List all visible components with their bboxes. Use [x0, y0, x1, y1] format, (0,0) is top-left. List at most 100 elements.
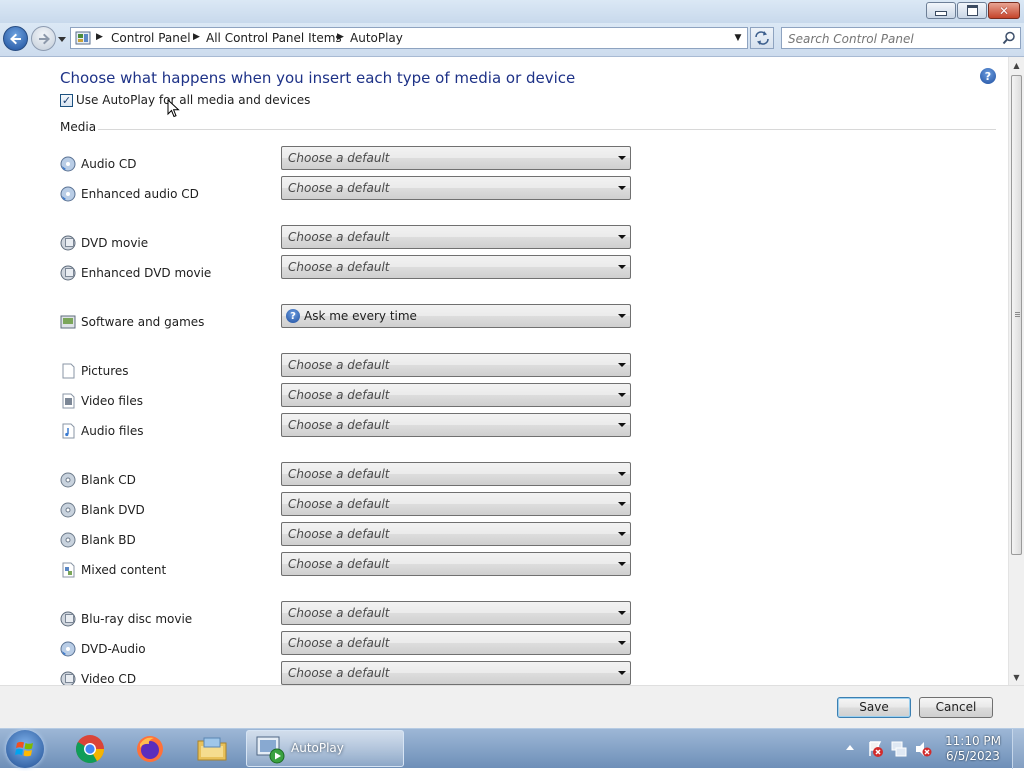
select-value: Choose a default [288, 230, 390, 244]
dropdown-arrow-icon [618, 314, 626, 318]
scroll-down-arrow-icon[interactable]: ▼ [1009, 669, 1024, 685]
select-value: Choose a default [288, 636, 390, 650]
audio-files-icon [62, 423, 75, 439]
breadcrumb-separator-icon[interactable]: ▶ [96, 32, 103, 42]
restore-button[interactable] [957, 2, 987, 19]
dropdown-arrow-icon [618, 363, 626, 367]
address-history-dropdown-icon[interactable]: ▼ [731, 30, 745, 46]
select-value: Choose a default [288, 497, 390, 511]
taskbar-autoplay-window[interactable]: AutoPlay [246, 730, 404, 767]
show-desktop-button[interactable] [1012, 729, 1024, 769]
media-type-label: Blank BD [81, 533, 136, 547]
media-action-select[interactable]: Choose a default [281, 522, 631, 546]
refresh-button[interactable] [750, 27, 774, 49]
enhanced-audio-cd-icon [60, 186, 76, 202]
media-type-label: DVD movie [81, 236, 149, 250]
windows-logo-icon [15, 741, 33, 757]
dropdown-arrow-icon [618, 156, 626, 160]
dropdown-arrow-icon [618, 502, 626, 506]
select-value: Choose a default [288, 181, 390, 195]
media-type-label: Enhanced DVD movie [81, 266, 212, 280]
taskbar: AutoPlay 11:10 PM 6/5/2023 [0, 728, 1024, 769]
mouse-cursor-icon [167, 99, 180, 118]
save-button[interactable]: Save [837, 697, 911, 718]
forward-arrow-icon [39, 33, 50, 45]
select-value: Choose a default [288, 260, 390, 274]
blank-bd-icon [60, 532, 76, 548]
select-value: Choose a default [288, 418, 390, 432]
breadcrumb-separator-icon[interactable]: ▶ [337, 32, 344, 42]
section-heading-media: Media [60, 120, 97, 134]
media-type-label: Blu-ray disc movie [81, 612, 193, 626]
network-icon[interactable] [890, 740, 908, 758]
breadcrumb-all-items[interactable]: All Control Panel Items [206, 31, 342, 45]
video-files-icon [62, 393, 75, 409]
media-type-label: Blank CD [81, 473, 136, 487]
section-divider [98, 129, 996, 130]
clock-date: 6/5/2023 [946, 749, 1000, 763]
media-action-select[interactable]: Choose a default [281, 462, 631, 486]
help-icon[interactable]: ? [980, 68, 996, 84]
autoplay-settings-panel: Choose what happens when you insert each… [0, 57, 1008, 685]
minimize-button[interactable] [926, 2, 956, 19]
dropdown-arrow-icon [618, 611, 626, 615]
close-icon: ✕ [998, 3, 1010, 18]
close-button[interactable]: ✕ [988, 2, 1020, 19]
media-action-select[interactable]: Choose a default [281, 661, 631, 685]
system-clock[interactable]: 11:10 PM 6/5/2023 [940, 734, 1006, 764]
pictures-icon [62, 363, 75, 379]
media-action-select[interactable]: Choose a default [281, 383, 631, 407]
select-value: Choose a default [288, 557, 390, 571]
dropdown-arrow-icon [618, 423, 626, 427]
scrollbar-thumb[interactable] [1011, 75, 1022, 555]
media-action-select[interactable]: Choose a default [281, 176, 631, 200]
start-button[interactable] [6, 730, 44, 768]
action-center-icon[interactable] [866, 740, 884, 758]
search-icon[interactable] [1002, 31, 1016, 45]
breadcrumb-separator-icon[interactable]: ▶ [193, 32, 200, 42]
vertical-scrollbar[interactable]: ▲ ▼ [1008, 57, 1024, 685]
media-type-label: Pictures [81, 364, 129, 378]
dropdown-arrow-icon [618, 235, 626, 239]
taskbar-file-explorer[interactable] [184, 731, 240, 767]
software-games-icon [60, 315, 76, 329]
autoplay-icon [256, 736, 285, 764]
media-action-select[interactable]: Choose a default [281, 552, 631, 576]
back-arrow-icon [10, 33, 21, 45]
search-box[interactable] [781, 27, 1021, 49]
back-button[interactable] [3, 26, 28, 51]
media-type-label: Software and games [81, 315, 205, 329]
address-bar[interactable]: ▶ Control Panel ▶ All Control Panel Item… [70, 27, 748, 49]
breadcrumb-autoplay[interactable]: AutoPlay [350, 31, 403, 45]
breadcrumb-control-panel[interactable]: Control Panel [111, 31, 191, 45]
show-hidden-icons-icon[interactable] [845, 741, 855, 755]
navigation-bar: ▶ Control Panel ▶ All Control Panel Item… [0, 23, 1024, 57]
media-action-select[interactable]: Choose a default [281, 492, 631, 516]
use-autoplay-checkbox[interactable]: ✓ [60, 94, 73, 107]
taskbar-firefox[interactable] [122, 731, 178, 767]
cancel-button[interactable]: Cancel [919, 697, 993, 718]
use-autoplay-label[interactable]: Use AutoPlay for all media and devices [76, 93, 310, 107]
bluray-icon [60, 611, 76, 627]
media-type-label: Audio CD [81, 157, 137, 171]
media-action-select[interactable]: Choose a default [281, 255, 631, 279]
recent-pages-dropdown[interactable] [57, 34, 67, 44]
search-input[interactable] [786, 30, 1000, 48]
media-action-select[interactable]: Choose a default [281, 225, 631, 249]
media-action-select[interactable]: Choose a default [281, 601, 631, 625]
forward-button[interactable] [31, 26, 56, 51]
file-explorer-icon [197, 737, 227, 761]
blank-cd-icon [60, 472, 76, 488]
media-action-select[interactable]: Choose a default [281, 631, 631, 655]
media-action-select[interactable]: Choose a default [281, 413, 631, 437]
media-action-select[interactable]: Choose a default [281, 353, 631, 377]
scroll-up-arrow-icon[interactable]: ▲ [1009, 57, 1024, 73]
select-value: Ask me every time [304, 309, 417, 323]
taskbar-chrome[interactable] [62, 731, 118, 767]
chrome-icon [76, 735, 104, 763]
media-type-label: DVD-Audio [81, 642, 146, 656]
media-action-select[interactable]: Choose a default [281, 146, 631, 170]
media-action-select[interactable]: ? Ask me every time [281, 304, 631, 328]
dropdown-arrow-icon [618, 532, 626, 536]
volume-muted-icon[interactable] [914, 740, 932, 758]
